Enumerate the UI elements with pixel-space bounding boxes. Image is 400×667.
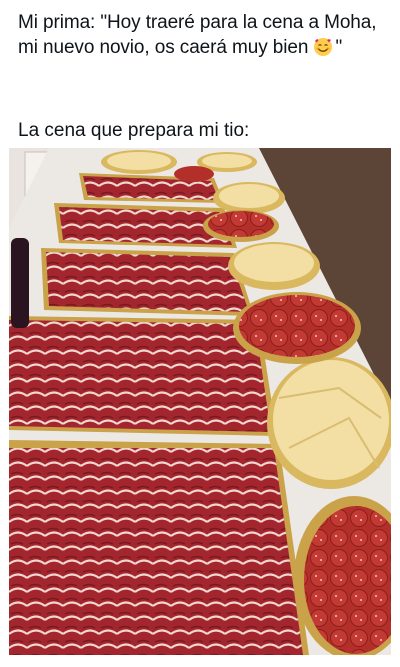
smiling-face-with-hearts-icon xyxy=(314,38,333,56)
meme-photo xyxy=(9,148,391,655)
ham-cheese-platters-illustration xyxy=(9,148,391,655)
post-text-end: " xyxy=(335,37,343,58)
post-text: Mi prima: "Hoy traeré para la cena a Moh… xyxy=(18,10,388,60)
post-subcaption: La cena que prepara mi tio: xyxy=(18,120,250,141)
